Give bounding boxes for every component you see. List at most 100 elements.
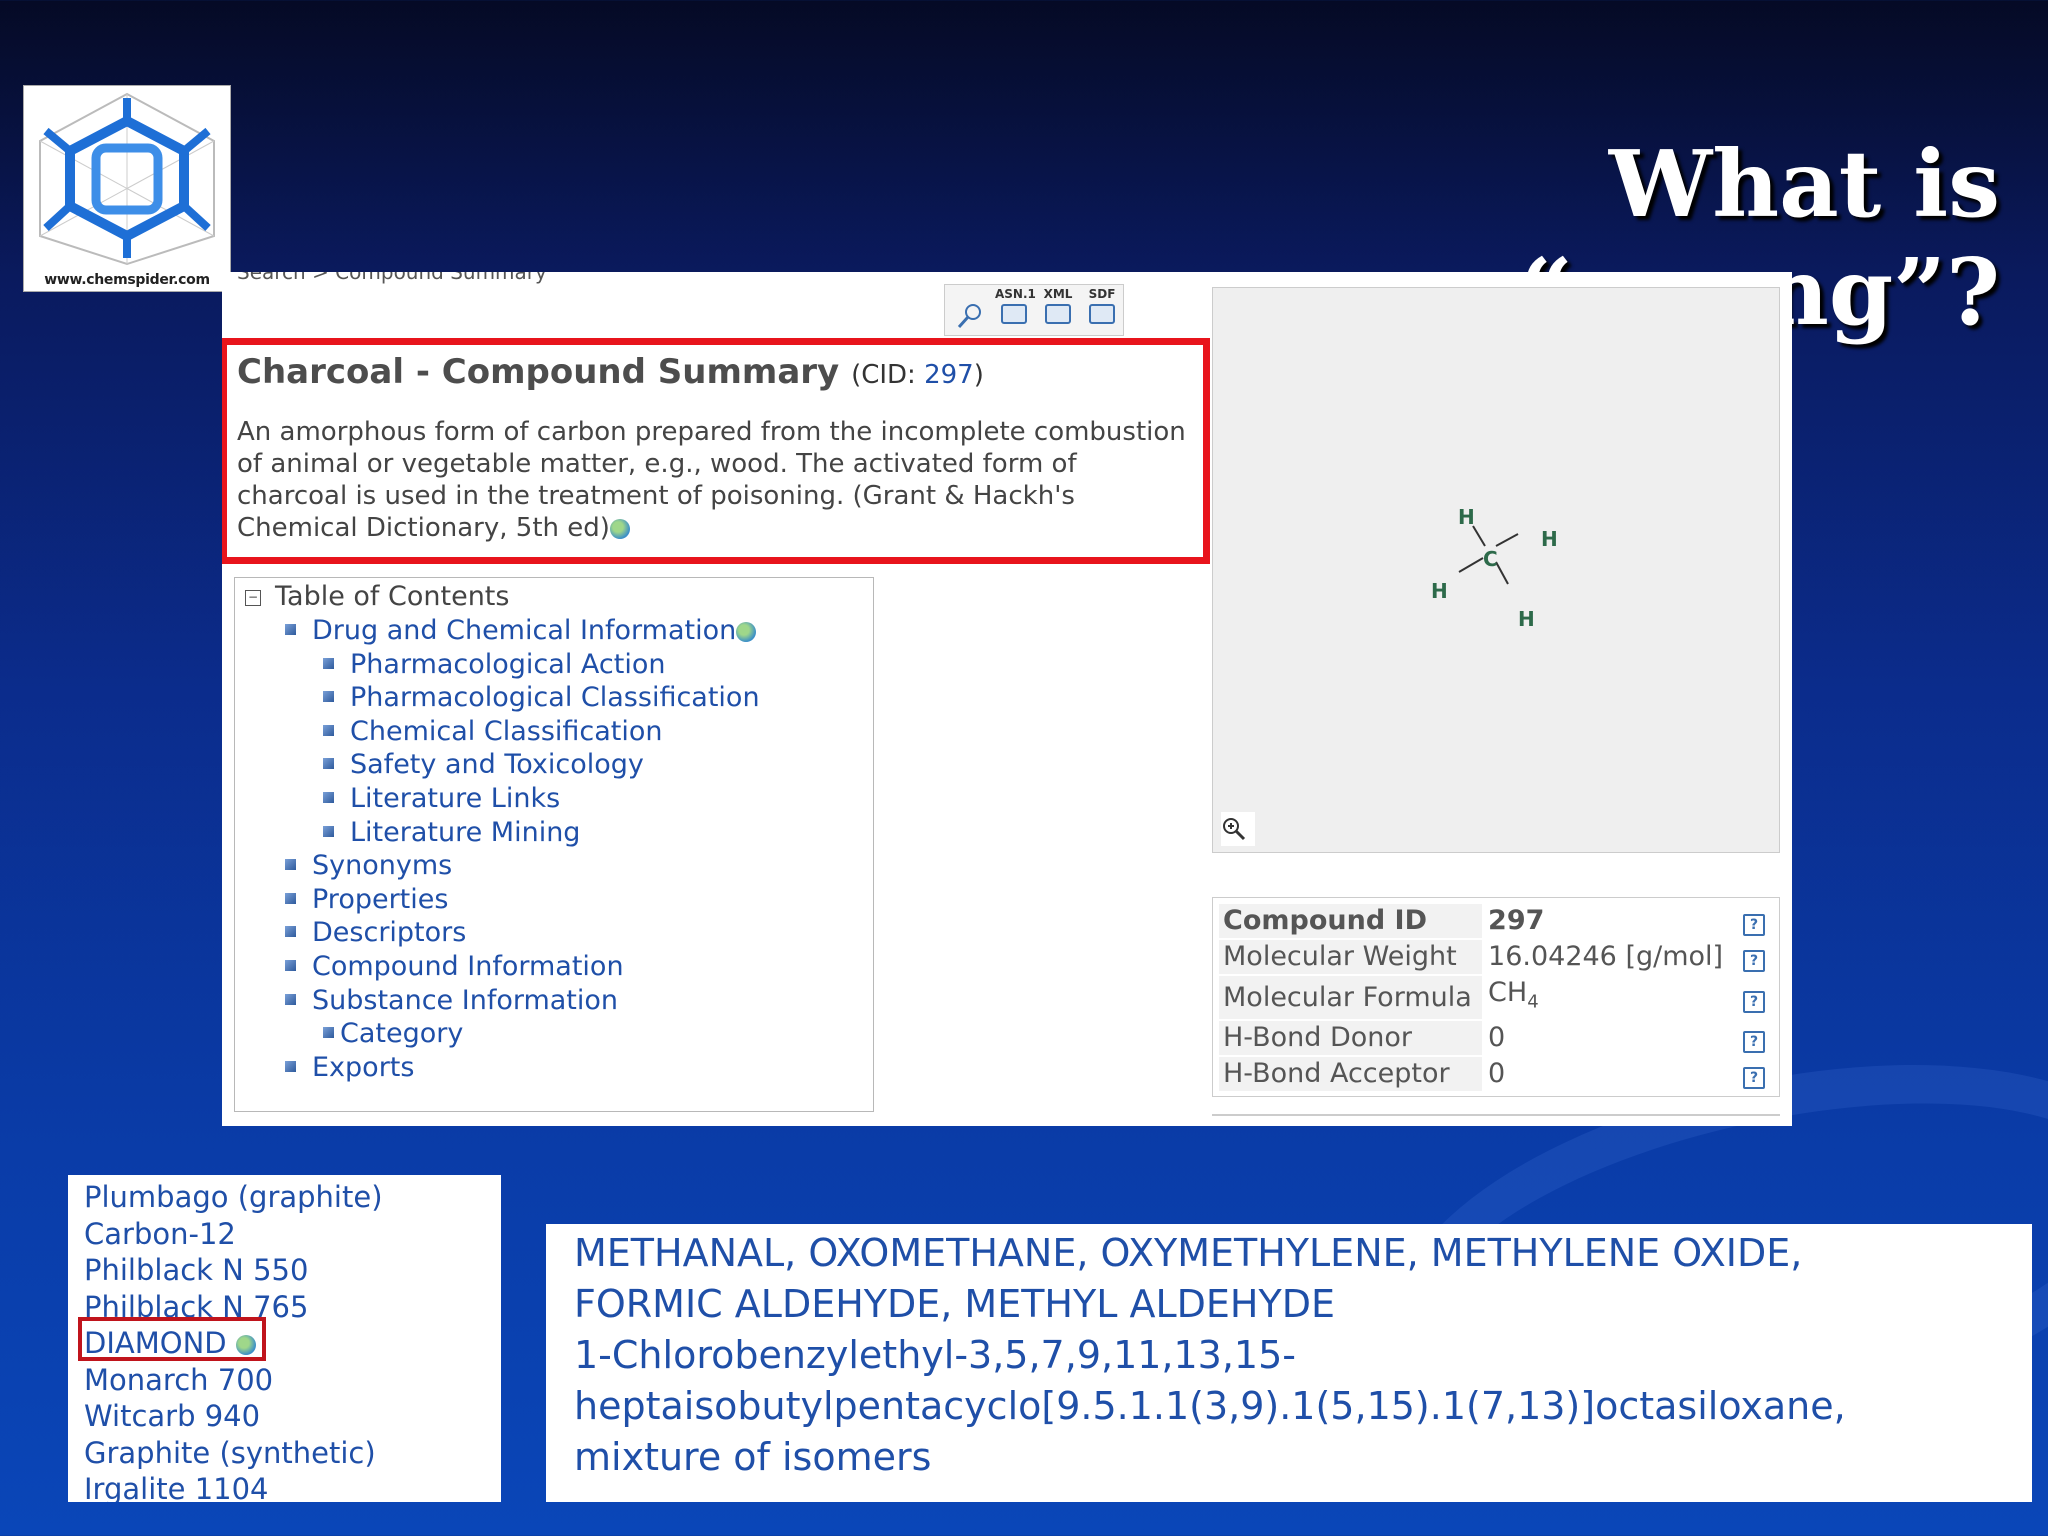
atom-h-top: H: [1458, 505, 1475, 529]
logo-url: www.chemspider.com: [44, 272, 210, 288]
download-xml-button[interactable]: XML: [1039, 287, 1077, 333]
chemspider-logo: www.chemspider.com: [23, 85, 231, 292]
toc-item-synonyms[interactable]: Synonyms: [245, 849, 873, 883]
compound-title: Charcoal - Compound Summary: [237, 352, 840, 392]
bullet-icon: [323, 791, 334, 803]
list-item[interactable]: Monarch 700: [84, 1362, 501, 1399]
chemspider-logo-graphic: [39, 92, 215, 266]
bullet-icon: [285, 859, 296, 871]
xml-label: XML: [1043, 287, 1073, 301]
mesh-globe-icon[interactable]: [609, 518, 630, 539]
compound-summary-panel: Search > Compound Summary ASN.1 XML SDF …: [222, 272, 1792, 1126]
property-key: Molecular Weight: [1219, 940, 1483, 974]
table-of-contents: − Table of Contents Drug and Chemical Inf…: [234, 577, 874, 1112]
bullet-icon: [285, 926, 296, 938]
toc-item-chem-class[interactable]: Chemical Classification: [245, 715, 873, 749]
toc-heading[interactable]: − Table of Contents: [245, 580, 873, 614]
breadcrumb: Search > Compound Summary: [237, 272, 547, 284]
atom-c: C: [1483, 547, 1498, 571]
toc-item-pharm-class[interactable]: Pharmacological Classification: [245, 681, 873, 715]
toc-item-drug-chemical-info[interactable]: Drug and Chemical Information: [245, 614, 873, 648]
list-item: FORMIC ALDEHYDE, METHYL ALDEHYDE: [574, 1282, 1335, 1326]
magnifier-molecule-icon: [957, 304, 981, 329]
toc-item-compound-info[interactable]: Compound Information: [245, 950, 873, 984]
download-sdf-button[interactable]: SDF: [1083, 287, 1121, 333]
download-asn1-button[interactable]: ASN.1: [995, 287, 1036, 333]
list-item[interactable]: Irgalite 1104: [84, 1471, 501, 1502]
bullet-icon: [323, 1027, 334, 1039]
table-row: Molecular Formula CH4 ?: [1219, 976, 1773, 1020]
toc-item-safety[interactable]: Safety and Toxicology: [245, 748, 873, 782]
list-item[interactable]: Carbon-12: [84, 1216, 501, 1253]
help-icon[interactable]: ?: [1743, 1031, 1765, 1054]
table-row: Molecular Weight 16.04246 [g/mol] ?: [1219, 940, 1773, 974]
table-row: Compound ID 297 ?: [1219, 904, 1773, 938]
structure-search-button[interactable]: [951, 287, 989, 333]
atom-h-right: H: [1541, 527, 1558, 551]
list-item[interactable]: Philblack N 550: [84, 1252, 501, 1289]
bullet-icon: [285, 993, 296, 1005]
cid-link[interactable]: 297: [924, 360, 974, 390]
property-key: Compound ID: [1219, 904, 1483, 938]
help-icon[interactable]: ?: [1743, 950, 1765, 972]
toc-item-lit-mining[interactable]: Literature Mining: [245, 816, 873, 850]
bullet-icon: [285, 892, 296, 904]
asn1-label: ASN.1: [995, 287, 1036, 301]
property-value: CH4: [1488, 977, 1539, 1013]
toc-item-lit-links[interactable]: Literature Links: [245, 782, 873, 816]
bullet-icon: [323, 724, 334, 736]
cid-label: (CID: 297): [851, 360, 984, 390]
collapse-icon[interactable]: −: [245, 589, 261, 606]
list-item[interactable]: Plumbago (graphite): [84, 1179, 501, 1216]
toc-item-descriptors[interactable]: Descriptors: [245, 916, 873, 950]
toc-item-pharm-action[interactable]: Pharmacological Action: [245, 648, 873, 682]
download-icon: [1089, 304, 1115, 324]
bullet-icon: [285, 624, 296, 635]
toc-item-category[interactable]: Category: [245, 1017, 873, 1051]
property-key: H-Bond Acceptor: [1219, 1057, 1483, 1092]
download-toolbar: ASN.1 XML SDF: [944, 284, 1124, 336]
property-value: 0: [1488, 1058, 1506, 1090]
property-value: 297: [1488, 905, 1545, 936]
bullet-icon: [285, 1060, 296, 1072]
download-icon: [1001, 304, 1027, 324]
download-icon: [1045, 304, 1071, 324]
methane-structure: H H C H H: [1431, 505, 1558, 631]
toc-item-substance-info[interactable]: Substance Information: [245, 984, 873, 1018]
list-item[interactable]: Witcarb 940: [84, 1398, 501, 1435]
help-icon[interactable]: ?: [1743, 914, 1765, 936]
toc-item-exports[interactable]: Exports: [245, 1051, 873, 1085]
properties-table: Compound ID 297 ? Molecular Weight 16.04…: [1212, 897, 1780, 1097]
synonym-list: Plumbago (graphite) Carbon-12 Philblack …: [68, 1175, 501, 1502]
bullet-icon: [323, 825, 334, 837]
structure-image[interactable]: H H C H H: [1212, 287, 1780, 853]
property-key: Molecular Formula: [1219, 976, 1483, 1020]
atom-h-left: H: [1431, 579, 1448, 603]
table-row: H-Bond Acceptor 0 ?: [1219, 1057, 1773, 1092]
bullet-icon: [323, 691, 334, 703]
mesh-globe-icon: [736, 621, 757, 642]
divider: [1212, 1114, 1780, 1116]
property-value: 0: [1488, 1022, 1506, 1054]
list-item: METHANAL, OXOMETHANE, OXYMETHYLENE, METH…: [574, 1231, 1803, 1275]
summary-highlight-box: Charcoal - Compound Summary (CID: 297) A…: [222, 338, 1210, 564]
list-item: heptaisobutylpentacyclo[9.5.1.1(3,9).1(5…: [574, 1384, 1846, 1428]
table-row: H-Bond Donor 0 ?: [1219, 1021, 1773, 1056]
summary-title: Charcoal - Compound Summary (CID: 297): [237, 349, 1193, 398]
bullet-icon: [323, 758, 334, 770]
atom-h-bottom: H: [1518, 607, 1535, 631]
zoom-icon[interactable]: [1221, 812, 1255, 846]
property-key: H-Bond Donor: [1219, 1021, 1483, 1056]
list-item: mixture of isomers: [574, 1435, 932, 1479]
toc-item-properties[interactable]: Properties: [245, 883, 873, 917]
list-item: 1-Chlorobenzylethyl-3,5,7,9,11,13,15-: [574, 1333, 1296, 1377]
name-list: METHANAL, OXOMETHANE, OXYMETHYLENE, METH…: [546, 1224, 2032, 1502]
help-icon[interactable]: ?: [1743, 1067, 1765, 1090]
property-value: 16.04246 [g/mol]: [1488, 941, 1724, 972]
help-icon[interactable]: ?: [1743, 990, 1765, 1013]
diamond-highlight-box: [78, 1317, 266, 1361]
compound-description: An amorphous form of carbon prepared fro…: [237, 417, 1186, 543]
bullet-icon: [323, 657, 334, 669]
bullet-icon: [285, 959, 296, 971]
list-item[interactable]: Graphite (synthetic): [84, 1435, 501, 1472]
